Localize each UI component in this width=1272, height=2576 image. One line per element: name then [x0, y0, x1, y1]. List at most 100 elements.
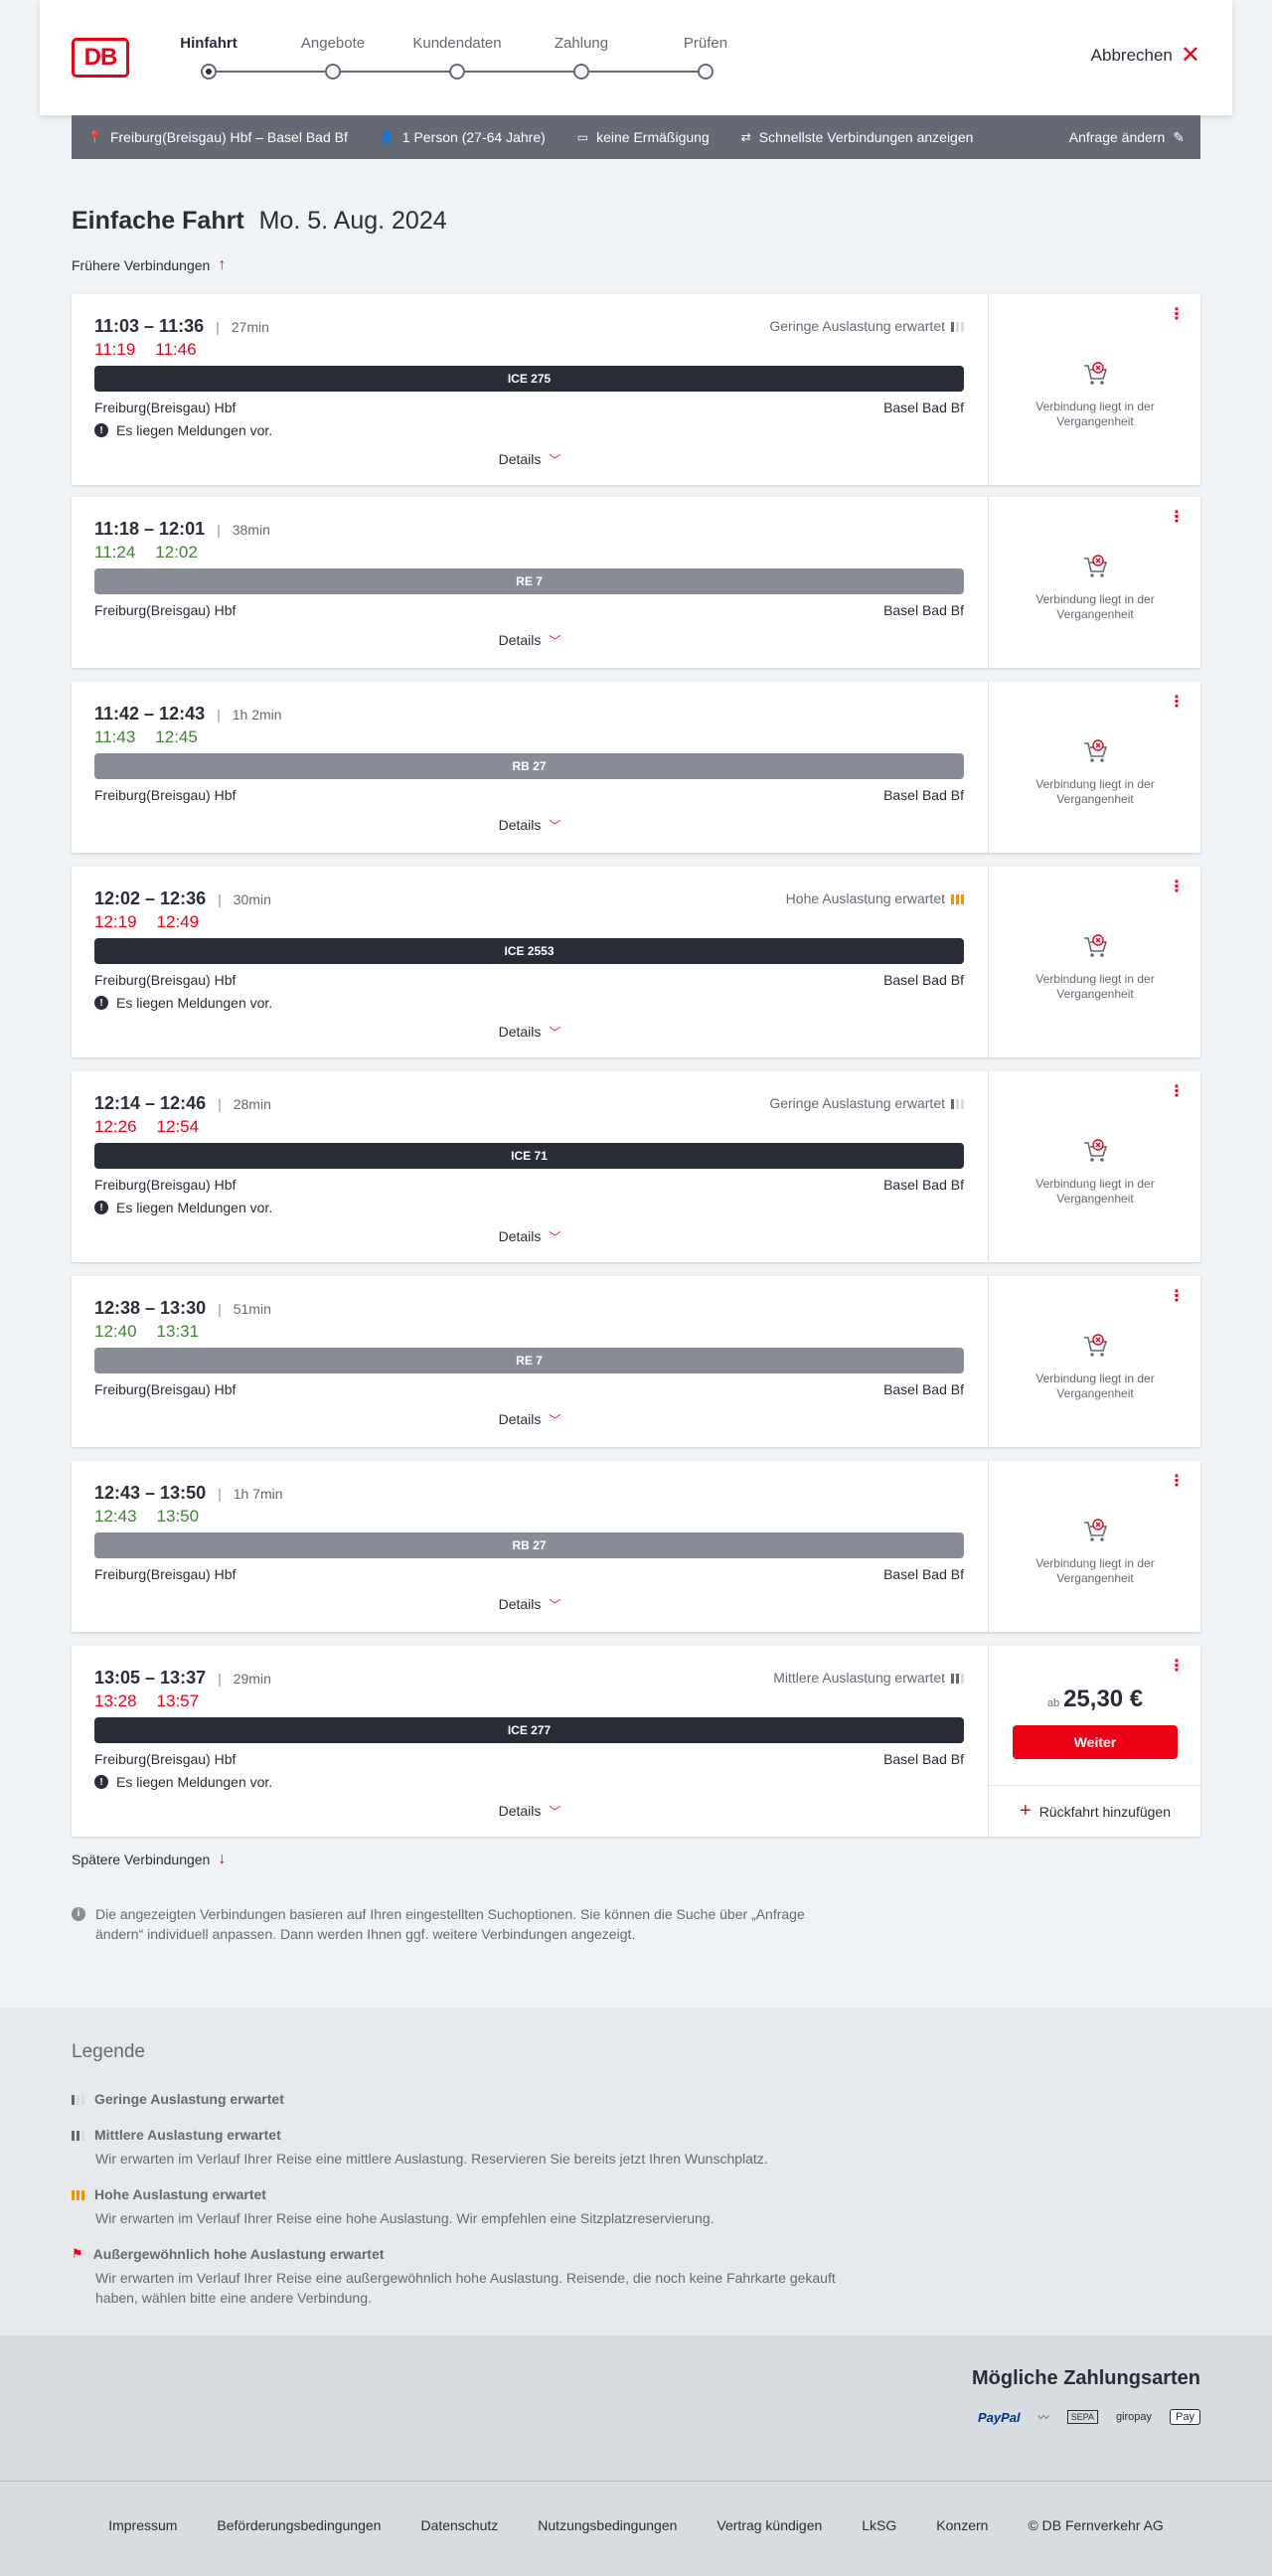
scheduled-times-row: 13:05 – 13:37 | 29min: [94, 1668, 271, 1689]
train-segment-bar[interactable]: ICE 277: [94, 1717, 964, 1743]
change-request-button[interactable]: Anfrage ändern ✎: [1069, 129, 1185, 146]
duration: 51min: [233, 1300, 271, 1317]
more-options-icon[interactable]: ⋮: [1169, 1659, 1185, 1675]
occupancy-text: Geringe Auslastung erwartet: [769, 318, 945, 334]
train-segment-bar[interactable]: ICE 2553: [94, 938, 964, 964]
duration: 27min: [231, 318, 269, 335]
cancel-button[interactable]: Abbrechen ✕: [1091, 42, 1200, 69]
realtime-arrival: 13:57: [156, 1691, 200, 1710]
earlier-connections-link[interactable]: Frühere Verbindungen ↑: [72, 256, 226, 274]
chevron-down-icon: ﹀: [549, 1598, 561, 1612]
details-label: Details: [498, 1228, 542, 1244]
realtime-arrival: 13:31: [156, 1322, 200, 1341]
connection-card[interactable]: 12:02 – 12:36 | 30min 12:19 12:49 Hohe A…: [72, 867, 1200, 1057]
discount-summary: ▭ keine Ermäßigung: [577, 129, 710, 145]
connection-details: 12:02 – 12:36 | 30min 12:19 12:49 Hohe A…: [72, 867, 988, 1057]
more-options-icon[interactable]: ⋮: [1169, 880, 1185, 895]
realtime-arrival: 12:54: [156, 1117, 200, 1136]
more-options-icon[interactable]: ⋮: [1169, 1474, 1185, 1490]
more-options-icon[interactable]: ⋮: [1169, 695, 1185, 711]
footer-link[interactable]: Datenschutz: [420, 2517, 498, 2533]
past-text-line2: Vergangenheit: [1056, 1386, 1134, 1400]
train-segment-bar[interactable]: ICE 71: [94, 1143, 964, 1169]
details-toggle[interactable]: Details ﹀: [72, 1411, 988, 1428]
connection-card[interactable]: 11:42 – 12:43 | 1h 2min 11:43 12:45 RB 2…: [72, 682, 1200, 853]
destination-station: Basel Bad Bf: [883, 602, 964, 618]
connection-details: 11:42 – 12:43 | 1h 2min 11:43 12:45 RB 2…: [72, 682, 988, 853]
destination-station: Basel Bad Bf: [883, 1566, 964, 1582]
past-text-line1: Verbindung liegt in der: [1035, 1371, 1155, 1385]
footer-link[interactable]: Beförderungsbedingungen: [217, 2517, 381, 2533]
occupancy-indicator: Geringe Auslastung erwartet: [769, 1095, 964, 1111]
payment-icons: PayPal 〰 SEPA giropay Pay: [978, 2409, 1200, 2425]
details-toggle[interactable]: Details ﹀: [72, 1596, 988, 1613]
separator: |: [216, 318, 220, 335]
scheduled-times-row: 12:14 – 12:46 | 28min: [94, 1093, 271, 1114]
footer-link[interactable]: Vertrag kündigen: [716, 2517, 822, 2533]
add-return-trip-button[interactable]: + Rückfahrt hinzufügen: [989, 1785, 1201, 1837]
destination-station: Basel Bad Bf: [883, 1177, 964, 1193]
past-text-line1: Verbindung liegt in der: [1035, 777, 1155, 791]
realtime-times: 13:28 13:57: [94, 1691, 199, 1711]
messages-text: Es liegen Meldungen vor.: [116, 1774, 273, 1790]
more-options-icon[interactable]: ⋮: [1169, 1084, 1185, 1100]
cart-unavailable-icon: [1084, 1519, 1108, 1541]
footer-link[interactable]: © DB Fernverkehr AG: [1028, 2517, 1163, 2533]
past-connection-note: Verbindung liegt in der Vergangenheit: [989, 777, 1201, 807]
progress-stepper: Hinfahrt Angebote Kundendaten Zahlung Pr…: [40, 0, 1232, 115]
pencil-icon: ✎: [1173, 128, 1185, 145]
alert-icon: !: [94, 1775, 108, 1789]
connection-card[interactable]: 13:05 – 13:37 | 29min 13:28 13:57 Mittle…: [72, 1646, 1201, 1837]
connection-card[interactable]: 12:14 – 12:46 | 28min 12:26 12:54 Gering…: [72, 1071, 1200, 1262]
chevron-down-icon: ﹀: [549, 453, 561, 467]
page-title: Einfache Fahrt Mo. 5. Aug. 2024: [72, 207, 447, 236]
continue-button[interactable]: Weiter: [1013, 1725, 1178, 1759]
separator: |: [218, 1300, 222, 1317]
details-toggle[interactable]: Details ﹀: [72, 1024, 988, 1041]
messages-text: Es liegen Meldungen vor.: [116, 995, 273, 1011]
past-connection-note: Verbindung liegt in der Vergangenheit: [989, 1556, 1201, 1586]
details-label: Details: [498, 1411, 542, 1427]
train-segment-bar[interactable]: RE 7: [94, 1348, 964, 1373]
more-options-icon[interactable]: ⋮: [1169, 307, 1185, 323]
footer-link[interactable]: Konzern: [936, 2517, 988, 2533]
separator: |: [218, 890, 222, 907]
details-toggle[interactable]: Details ﹀: [72, 632, 988, 649]
occupancy-icon: [951, 320, 964, 332]
train-segment-bar[interactable]: RE 7: [94, 568, 964, 594]
train-segment-bar[interactable]: RB 27: [94, 1532, 964, 1558]
scheduled-times: 13:05 – 13:37: [94, 1668, 207, 1688]
details-toggle[interactable]: Details ﹀: [72, 817, 988, 834]
footer-link[interactable]: LkSG: [862, 2517, 896, 2533]
connection-details: 13:05 – 13:37 | 29min 13:28 13:57 Mittle…: [72, 1646, 988, 1837]
cart-unavailable-icon: [1084, 1334, 1108, 1357]
arrow-down-icon: ↓: [218, 1851, 227, 1867]
offer-panel: ⋮ Verbindung liegt in der Vergangenheit: [988, 294, 1200, 485]
train-segment-bar[interactable]: ICE 275: [94, 366, 964, 392]
close-icon: ✕: [1180, 42, 1200, 69]
fastest-summary: ⇄ Schnellste Verbindungen anzeigen: [741, 129, 974, 145]
chevron-down-icon: ﹀: [549, 1413, 561, 1427]
scheduled-times: 12:02 – 12:36: [94, 888, 207, 908]
later-connections-link[interactable]: Spätere Verbindungen ↓: [72, 1851, 226, 1868]
connection-card[interactable]: 12:43 – 13:50 | 1h 7min 12:43 13:50 RB 2…: [72, 1461, 1200, 1632]
scheduled-times: 11:42 – 12:43: [94, 704, 206, 724]
price-value: 25,30 €: [1063, 1686, 1144, 1712]
connection-card[interactable]: 12:38 – 13:30 | 51min 12:40 13:31 RE 7 F…: [72, 1276, 1200, 1447]
more-options-icon[interactable]: ⋮: [1169, 1289, 1185, 1305]
past-text-line2: Vergangenheit: [1056, 414, 1134, 428]
train-segment-bar[interactable]: RB 27: [94, 753, 964, 779]
details-toggle[interactable]: Details ﹀: [72, 1803, 988, 1820]
footer-link[interactable]: Impressum: [108, 2517, 177, 2533]
past-text-line2: Vergangenheit: [1056, 1571, 1134, 1585]
cart-unavailable-icon: [1084, 739, 1108, 762]
details-toggle[interactable]: Details ﹀: [72, 451, 988, 468]
cart-unavailable-icon: [1084, 555, 1108, 577]
connection-card[interactable]: 11:18 – 12:01 | 38min 11:24 12:02 RE 7 F…: [72, 497, 1200, 668]
more-options-icon[interactable]: ⋮: [1169, 510, 1185, 526]
details-toggle[interactable]: Details ﹀: [72, 1228, 988, 1245]
footer-link[interactable]: Nutzungsbedingungen: [538, 2517, 677, 2533]
connection-card[interactable]: 11:03 – 11:36 | 27min 11:19 11:46 Gering…: [72, 294, 1200, 485]
scheduled-times-row: 11:42 – 12:43 | 1h 2min: [94, 704, 282, 724]
past-text-line2: Vergangenheit: [1056, 987, 1134, 1001]
